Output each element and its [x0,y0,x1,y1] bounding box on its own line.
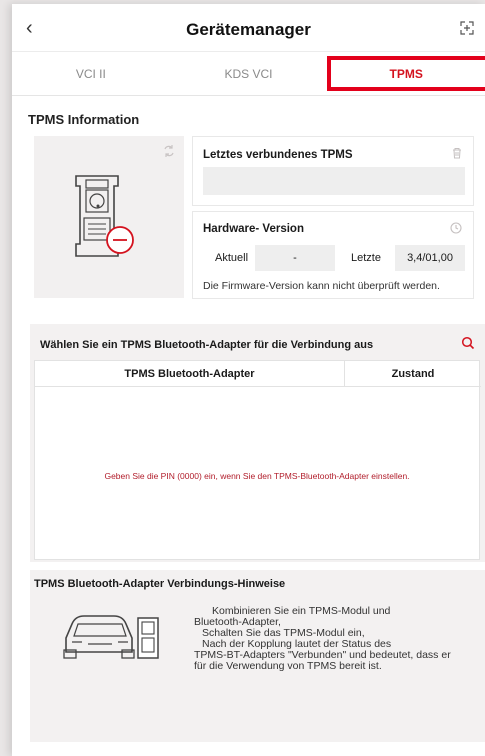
connection-hints-heading: TPMS Bluetooth-Adapter Verbindungs-Hinwe… [34,578,286,590]
column-header-status: Zustand [345,361,481,387]
tpms-tool-icon [75,175,134,257]
car-with-tpms-tool-icon [63,615,159,659]
page-title: Gerätemanager [186,20,311,39]
tpms-info-title: TPMS Information [28,112,140,127]
hint-line: für die Verwendung von TPMS bereit ist. [194,660,382,672]
bluetooth-adapter-heading: Wählen Sie ein TPMS Bluetooth-Adapter fü… [40,339,374,351]
current-version-value: - [255,245,335,271]
current-version-label: Aktuell [215,252,249,264]
latest-version-value: 3,4/01,00 [395,245,465,271]
tab-vci-ii[interactable]: VCI II [12,52,170,95]
refresh-icon[interactable] [162,144,176,158]
search-icon[interactable] [461,336,475,350]
connection-hints-panel: TPMS Bluetooth-Adapter Verbindungs-Hinwe… [30,570,485,742]
firmware-note: Die Firmware-Version kann nicht überprüf… [203,280,440,292]
hardware-version-row: Aktuell - Letzte 3,4/01,00 [203,245,465,271]
column-header-adapter: TPMS Bluetooth-Adapter [35,361,345,387]
trash-icon[interactable] [451,147,463,159]
last-connected-card: Letztes verbundenes TPMS [192,136,474,206]
bluetooth-adapter-table: TPMS Bluetooth-Adapter Zustand Geben Sie… [34,360,481,560]
device-manager-screen: ‹ Gerätemanager VCI II KDS VCI TPMS TPMS… [12,4,485,756]
fullscreen-icon[interactable] [459,20,475,36]
empty-list-message: Geben Sie die PIN (0000) ein, wenn Sie d… [104,471,410,481]
app-header: ‹ Gerätemanager [12,4,485,52]
connection-hints-text: Kombinieren Sie ein TPMS-Modul und Bluet… [194,606,484,672]
hardware-version-label: Hardware- Version [203,223,304,235]
device-tabs: VCI II KDS VCI TPMS [12,52,485,96]
tab-kds-vci[interactable]: KDS VCI [170,52,328,95]
refresh-icon[interactable] [449,221,463,235]
tab-highlight-box [327,56,485,91]
hardware-version-card: Hardware- Version Aktuell - Letzte 3,4/0… [192,211,474,299]
tpms-device-card [34,136,184,298]
last-connected-value [203,167,465,195]
latest-version-label: Letzte [351,252,381,264]
last-connected-label: Letztes verbundenes TPMS [203,149,353,161]
tab-tpms[interactable]: TPMS [327,52,485,95]
